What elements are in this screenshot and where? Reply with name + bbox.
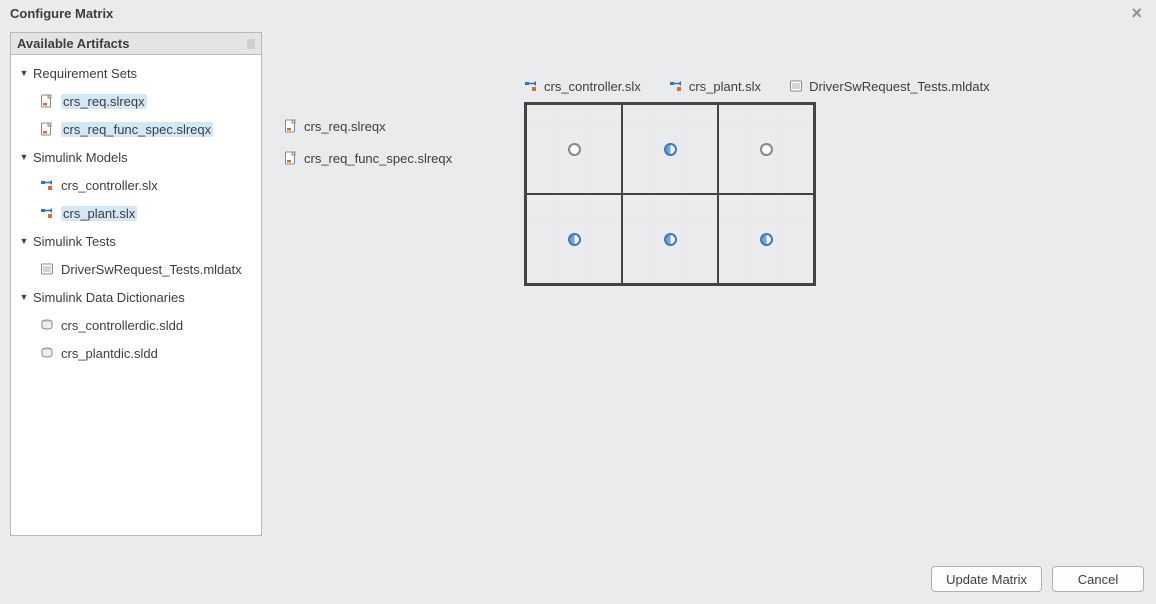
tree-item-label: crs_req.slreqx	[61, 94, 147, 109]
dialog-title: Configure Matrix	[10, 6, 113, 21]
matrix-cell[interactable]	[718, 104, 814, 194]
update-matrix-button[interactable]: Update Matrix	[931, 566, 1042, 592]
available-artifacts-title: Available Artifacts	[17, 36, 129, 51]
test-file-icon	[39, 261, 55, 277]
matrix-grid	[524, 102, 816, 286]
model-file-icon	[39, 205, 55, 221]
link-half-icon	[760, 233, 773, 246]
tree-item[interactable]: crs_req.slreqx	[11, 87, 261, 115]
matrix-col-labels: crs_controller.slx crs_plant.slx DriverSwR…	[524, 76, 990, 96]
tree-group-label: Simulink Data Dictionaries	[33, 290, 185, 305]
tree-group[interactable]: ▼Requirement Sets	[11, 59, 261, 87]
chevron-down-icon: ▼	[17, 66, 31, 80]
matrix-cell[interactable]	[718, 194, 814, 284]
tree-item-label: crs_req_func_spec.slreqx	[61, 122, 213, 137]
link-empty-icon	[760, 143, 773, 156]
tree-item[interactable]: DriverSwRequest_Tests.mldatx	[11, 255, 261, 283]
model-file-icon	[524, 79, 538, 93]
tree-item-label: crs_controller.slx	[61, 178, 158, 193]
scroll-hint	[247, 39, 255, 49]
matrix-col-label-text: DriverSwRequest_Tests.mldatx	[809, 79, 990, 94]
tree-item[interactable]: crs_req_func_spec.slreqx	[11, 115, 261, 143]
dd-file-icon	[39, 345, 55, 361]
matrix-row-label[interactable]: crs_req_func_spec.slreqx	[284, 148, 452, 168]
link-half-icon	[664, 143, 677, 156]
matrix-col-label[interactable]: crs_controller.slx	[524, 76, 641, 96]
matrix-col-label[interactable]: crs_plant.slx	[669, 76, 761, 96]
req-file-icon	[284, 119, 298, 133]
matrix-row-label[interactable]: crs_req.slreqx	[284, 116, 452, 136]
tree-item[interactable]: crs_controller.slx	[11, 171, 261, 199]
tree-item-label: crs_plantdic.sldd	[61, 346, 158, 361]
tree-item-label: DriverSwRequest_Tests.mldatx	[61, 262, 242, 277]
cancel-button[interactable]: Cancel	[1052, 566, 1144, 592]
matrix-cell[interactable]	[526, 104, 622, 194]
matrix-col-label[interactable]: DriverSwRequest_Tests.mldatx	[789, 76, 990, 96]
req-file-icon	[39, 93, 55, 109]
test-file-icon	[789, 79, 803, 93]
matrix-cell[interactable]	[622, 104, 718, 194]
chevron-down-icon: ▼	[17, 290, 31, 304]
model-file-icon	[669, 79, 683, 93]
matrix-cell[interactable]	[526, 194, 622, 284]
titlebar: Configure Matrix ×	[0, 0, 1156, 24]
matrix-row-label-text: crs_req.slreqx	[304, 119, 386, 134]
tree-group-label: Requirement Sets	[33, 66, 137, 81]
tree-group[interactable]: ▼Simulink Models	[11, 143, 261, 171]
tree-group-label: Simulink Models	[33, 150, 128, 165]
tree-item-label: crs_plant.slx	[61, 206, 137, 221]
req-file-icon	[284, 151, 298, 165]
tree-item[interactable]: crs_plantdic.sldd	[11, 339, 261, 367]
matrix-cell[interactable]	[622, 194, 718, 284]
dialog-footer: Update Matrix Cancel	[0, 558, 1156, 604]
tree-group[interactable]: ▼Simulink Tests	[11, 227, 261, 255]
req-file-icon	[39, 121, 55, 137]
matrix-row-labels: crs_req.slreqx crs_req_func_spec.slreqx	[284, 116, 452, 168]
dd-file-icon	[39, 317, 55, 333]
matrix-col-label-text: crs_plant.slx	[689, 79, 761, 94]
available-artifacts-header: Available Artifacts	[11, 33, 261, 55]
tree-group[interactable]: ▼Simulink Data Dictionaries	[11, 283, 261, 311]
close-icon[interactable]: ×	[1127, 4, 1146, 22]
link-half-icon	[568, 233, 581, 246]
artifact-tree[interactable]: ▼Requirement Setscrs_req.slreqxcrs_req_f…	[11, 55, 261, 371]
tree-group-label: Simulink Tests	[33, 234, 116, 249]
chevron-down-icon: ▼	[17, 150, 31, 164]
matrix-area: crs_req.slreqx crs_req_func_spec.slreqx c…	[284, 32, 1146, 556]
matrix-col-label-text: crs_controller.slx	[544, 79, 641, 94]
tree-item-label: crs_controllerdic.sldd	[61, 318, 183, 333]
link-empty-icon	[568, 143, 581, 156]
model-file-icon	[39, 177, 55, 193]
tree-item[interactable]: crs_controllerdic.sldd	[11, 311, 261, 339]
available-artifacts-panel: Available Artifacts ▼Requirement Setscrs…	[10, 32, 262, 536]
chevron-down-icon: ▼	[17, 234, 31, 248]
link-half-icon	[664, 233, 677, 246]
tree-item[interactable]: crs_plant.slx	[11, 199, 261, 227]
matrix-row-label-text: crs_req_func_spec.slreqx	[304, 151, 452, 166]
